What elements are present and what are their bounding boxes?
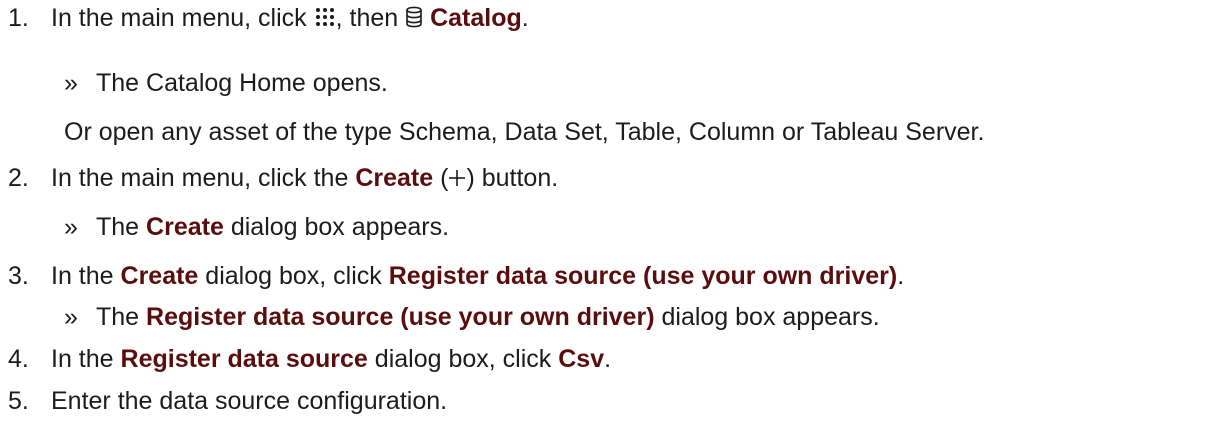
punctuation: . [604,345,612,373]
result-text: The [96,303,140,331]
result-text: dialog box appears. [661,303,880,331]
grid-icon [314,6,336,35]
alternative-text: Or open any asset of the type Schema, Da… [64,118,985,146]
step-1-alternative: Or open any asset of the type Schema, Da… [64,118,984,147]
result-marker: » [64,303,78,331]
result-marker: » [64,213,78,241]
punctuation: . [897,262,905,290]
step-text: In the [51,262,114,290]
csv-option[interactable]: Csv [558,345,604,373]
step-5-instruction: Enter the data source configuration. [51,387,447,416]
step-2-instruction: In the main menu, click the Create ( ) b… [51,164,558,195]
register-data-source-option[interactable]: Register data source (use your own drive… [389,262,897,290]
step-1-instruction: In the main menu, click , then Catalog. [51,4,529,35]
paren-open: ( [440,164,449,192]
catalog-link[interactable]: Catalog [430,4,522,32]
step-text: In the main menu, click the [51,164,349,192]
register-dialog-label: Register data source [120,345,368,373]
result-marker: » [64,69,78,97]
create-dialog-label: Create [146,213,224,241]
result-text: The Catalog Home opens. [96,69,388,97]
result-text: The [96,213,140,241]
punctuation: . [521,4,529,32]
step-number: 4. [8,345,29,373]
step-text: In the [51,345,114,373]
step-number: 5. [8,387,29,415]
step-4-instruction: In the Register data source dialog box, … [51,345,611,374]
step-number: 2. [8,164,29,192]
step-2-result: » The Create dialog box appears. [64,213,449,242]
step-text: dialog box, click [205,262,382,290]
create-button-label[interactable]: Create [355,164,433,192]
create-dialog-label: Create [120,262,199,290]
register-dialog-label: Register data source (use your own drive… [146,303,655,331]
step-number: 1. [8,4,29,32]
step-text: dialog box, click [374,345,552,373]
step-1-result: » The Catalog Home opens. [64,69,388,98]
plus-icon [448,166,466,195]
step-text: In the main menu, click [51,4,307,32]
database-icon [405,6,423,35]
result-text: dialog box appears. [230,213,450,241]
paren-close: ) [466,164,475,192]
step-text: , then [335,4,399,32]
step-3-instruction: In the Create dialog box, click Register… [51,262,904,291]
step-text: button. [481,164,559,192]
step-text: Enter the data source configuration. [51,387,448,415]
step-3-result: » The Register data source (use your own … [64,303,880,332]
step-number: 3. [8,262,29,290]
